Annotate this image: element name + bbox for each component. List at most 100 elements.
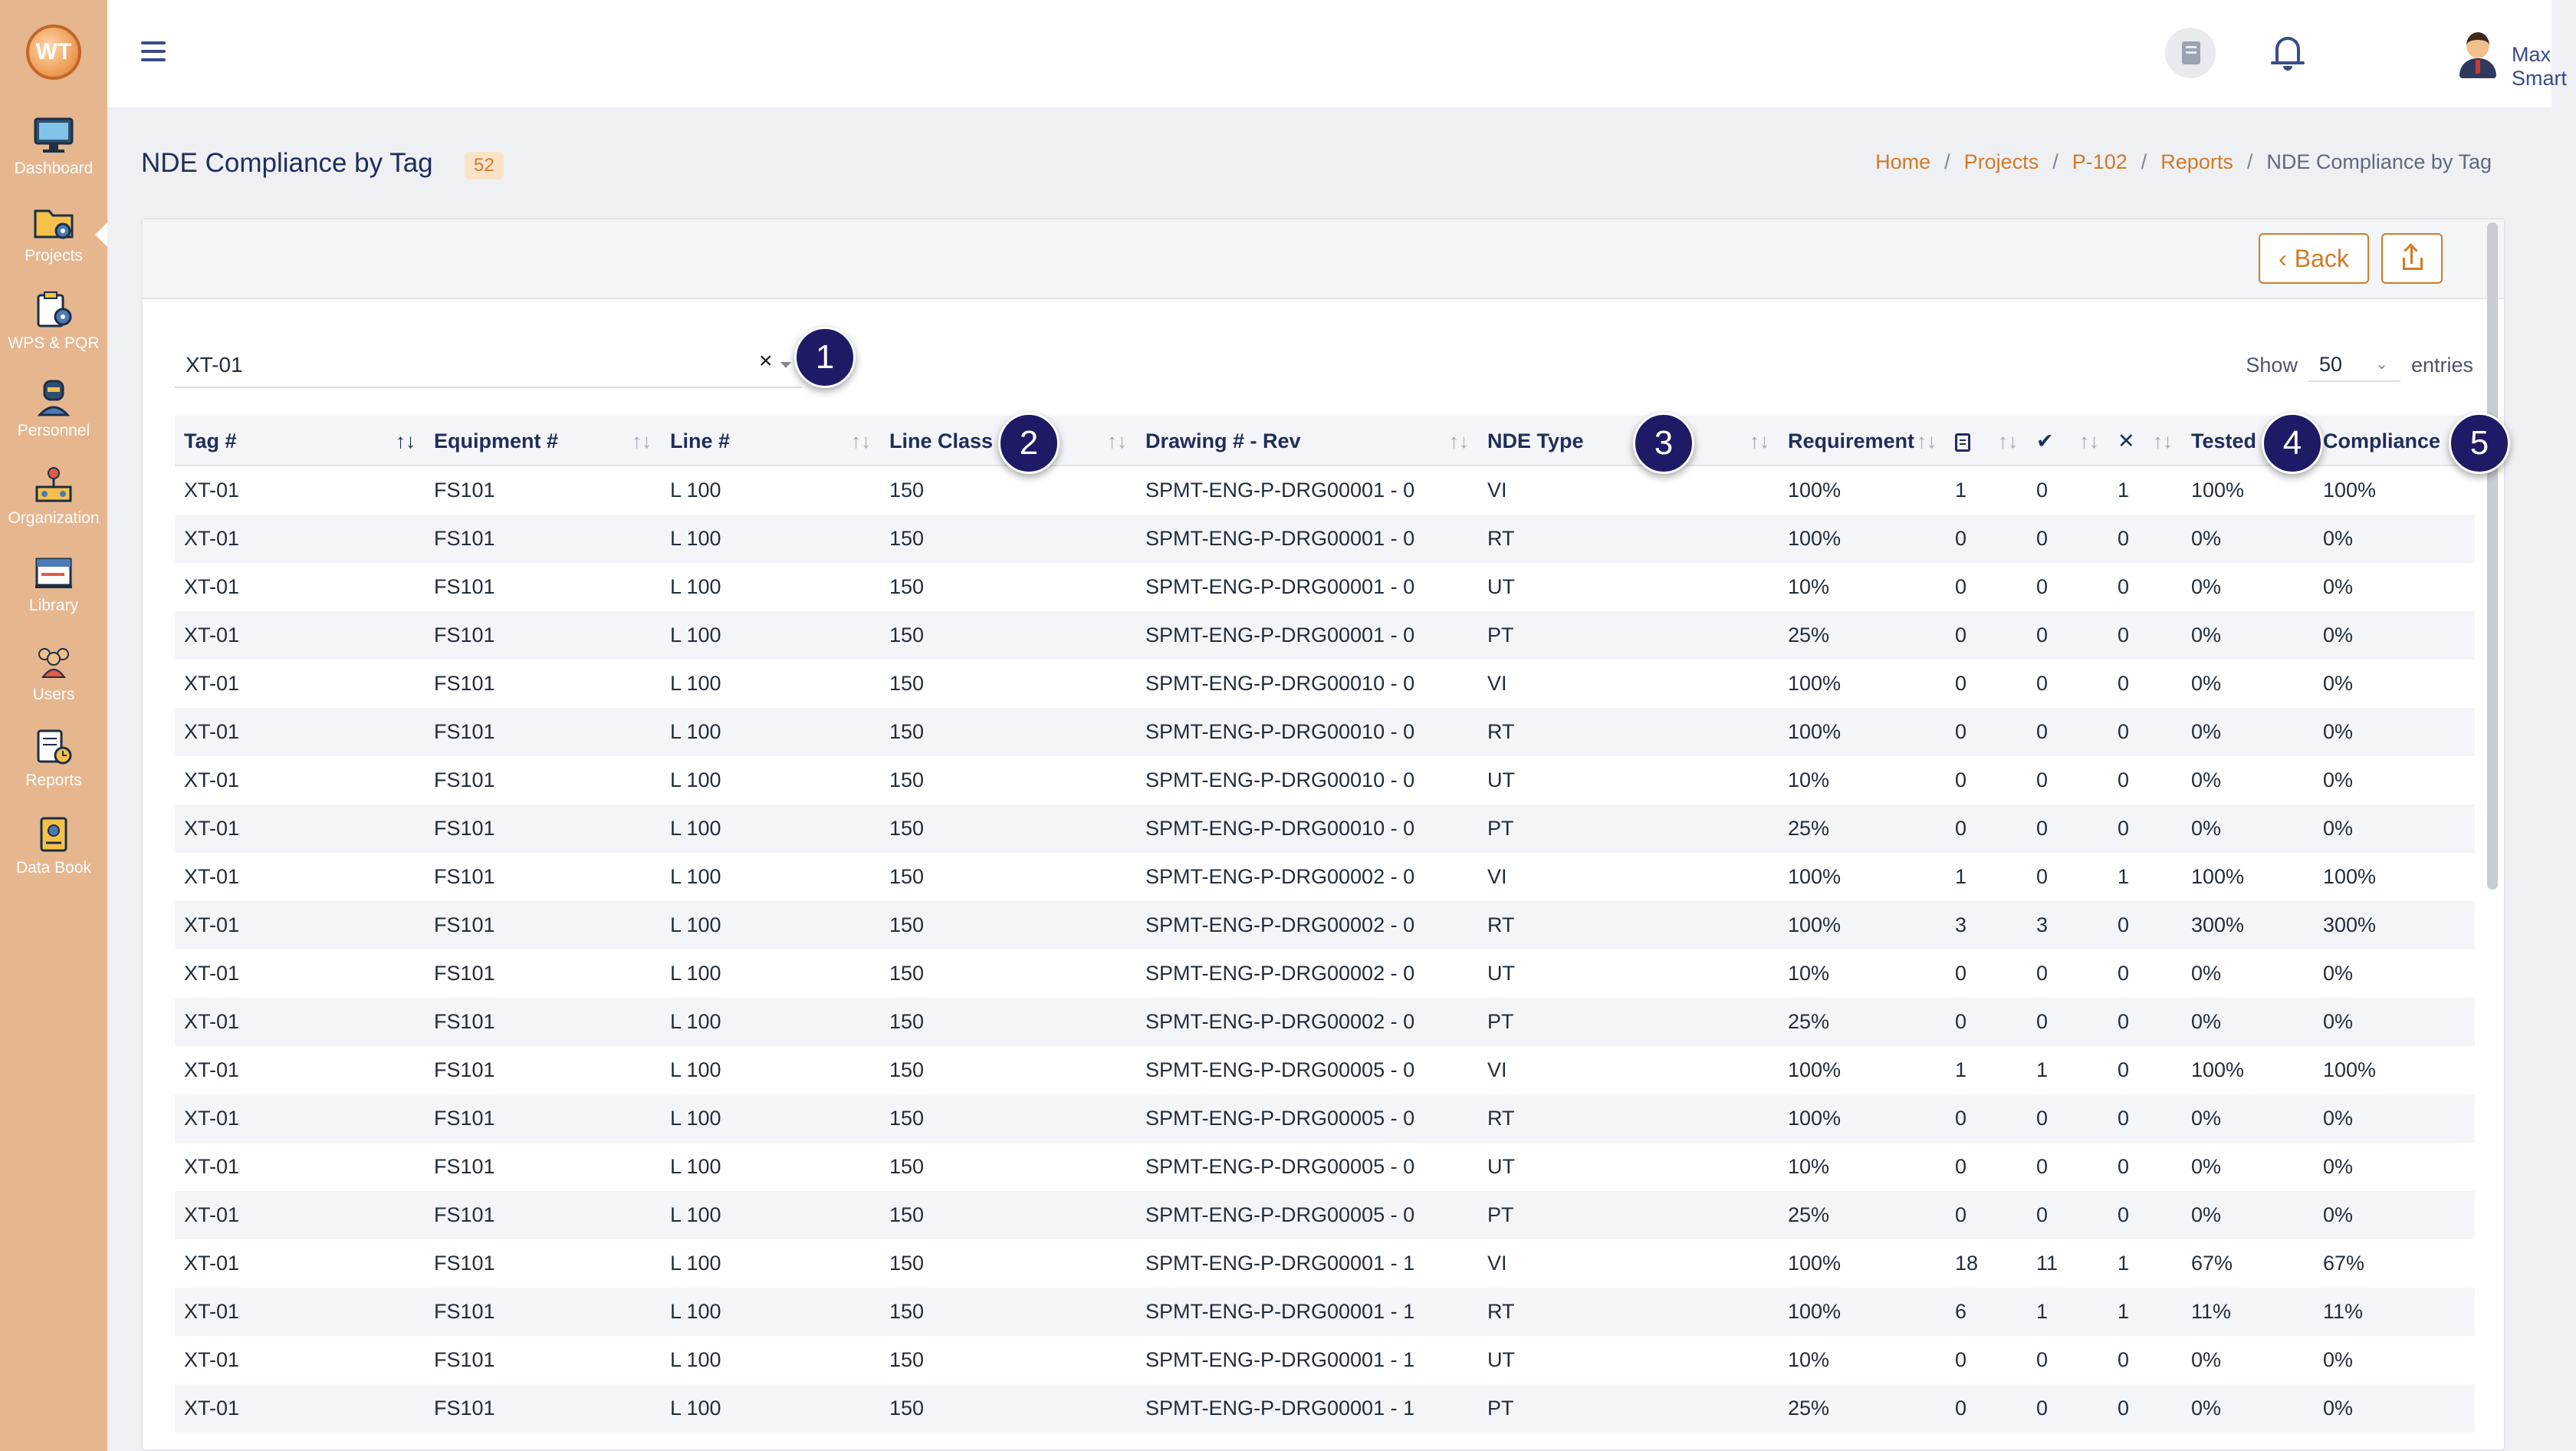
table-row[interactable]: XT-01 FS101 L 100 150 SPMT-ENG-P-DRG00001 - … <box>175 1336 2475 1384</box>
breadcrumb-separator: / <box>1944 150 1950 173</box>
column-header-accepted[interactable]: ✔ ↑↓ <box>2027 416 2108 465</box>
table-row[interactable]: XT-01 FS101 L 100 150 SPMT-ENG-P-DRG00001 - … <box>175 466 2475 515</box>
column-header-equipment[interactable]: Equipment # ↑↓ <box>425 416 661 465</box>
cell-total: 0 <box>1955 720 1967 743</box>
table-row[interactable]: XT-01 FS101 L 100 150 SPMT-ENG-P-DRG00001 - … <box>175 1288 2475 1336</box>
sidebar-item-wps-pqr[interactable]: WPS & PQR <box>0 290 107 374</box>
sidebar-item-data-book[interactable]: Data Book <box>0 814 107 899</box>
sidebar-item-personnel[interactable]: Personnel <box>0 377 107 462</box>
cell-tested: 0% <box>2191 1010 2222 1033</box>
breadcrumb-reports[interactable]: Reports <box>2160 150 2233 174</box>
cell-accepted: 0 <box>2036 865 2049 888</box>
column-header-rejected[interactable]: ✕ ↑↓ <box>2108 416 2182 465</box>
table-row[interactable]: XT-01 FS101 L 100 150 SPMT-ENG-P-DRG00002 - … <box>175 949 2475 998</box>
table-row[interactable]: XT-01 FS101 L 100 150 SPMT-ENG-P-DRG00001 - … <box>175 1384 2475 1433</box>
table-row[interactable]: XT-01 FS101 L 100 150 SPMT-ENG-P-DRG00005 - … <box>175 1094 2475 1143</box>
cell-compliance: 0% <box>2323 624 2354 647</box>
cell-drawing: SPMT-ENG-P-DRG00002 - 0 <box>1145 962 1415 985</box>
table-row[interactable]: XT-01 FS101 L 100 150 SPMT-ENG-P-DRG00005 - … <box>175 1191 2475 1239</box>
page-length-select[interactable]: 50 ⌄ <box>2308 348 2400 382</box>
notification-bell-icon[interactable] <box>2271 34 2305 72</box>
cell-line: L 100 <box>670 720 721 743</box>
sidebar-item-projects[interactable]: Projects <box>0 202 107 287</box>
cell-nde-type: UT <box>1487 575 1515 598</box>
sidebar-item-dashboard[interactable]: Dashboard <box>0 115 107 199</box>
table-row[interactable]: XT-01 FS101 L 100 150 SPMT-ENG-P-DRG00010 - … <box>175 660 2475 708</box>
cell-tag: XT-01 <box>184 1058 240 1081</box>
cell-line: L 100 <box>670 672 721 695</box>
table-row[interactable]: XT-01 FS101 L 100 150 SPMT-ENG-P-DRG00005 - … <box>175 1143 2475 1191</box>
table-row[interactable]: XT-01 FS101 L 100 150 SPMT-ENG-P-DRG00002 - … <box>175 998 2475 1046</box>
sidebar-item-label: Projects <box>25 247 83 265</box>
clear-icon[interactable]: × <box>759 348 773 374</box>
hamburger-menu-icon[interactable] <box>141 41 166 61</box>
column-header-nde-type[interactable]: NDE Type ↑↓ <box>1478 416 1779 465</box>
cell-rejected: 0 <box>2118 1397 2130 1420</box>
app-logo[interactable]: WT <box>26 25 81 80</box>
avatar[interactable] <box>2456 31 2499 78</box>
cell-requirement: 10% <box>1788 768 1830 791</box>
table-row[interactable]: XT-01 FS101 L 100 150 SPMT-ENG-P-DRG00002 - … <box>175 901 2475 949</box>
table-row[interactable]: XT-01 FS101 L 100 150 SPMT-ENG-P-DRG00010 - … <box>175 756 2475 804</box>
cell-rejected: 0 <box>2118 575 2130 598</box>
cell-nde-type: VI <box>1487 865 1507 888</box>
cell-compliance: 11% <box>2323 1300 2364 1323</box>
cell-drawing: SPMT-ENG-P-DRG00002 - 0 <box>1145 865 1415 888</box>
cell-line-class: 150 <box>889 962 925 985</box>
cell-line: L 100 <box>670 1010 721 1033</box>
breadcrumb-projects[interactable]: Projects <box>1964 150 2039 174</box>
table-row[interactable]: XT-01 FS101 L 100 150 SPMT-ENG-P-DRG00010 - … <box>175 708 2475 756</box>
breadcrumb-project[interactable]: P-102 <box>2072 150 2128 174</box>
breadcrumb-home[interactable]: Home <box>1875 150 1930 174</box>
cell-tested: 100% <box>2191 1058 2245 1081</box>
back-button[interactable]: ‹ Back <box>2259 233 2369 284</box>
cell-line: L 100 <box>670 575 721 598</box>
column-header-requirement[interactable]: Requirement ↑↓ <box>1779 416 1946 465</box>
sidebar-item-organization[interactable]: Organization <box>0 465 107 549</box>
cell-rejected: 0 <box>2118 817 2130 840</box>
export-button[interactable] <box>2381 233 2443 284</box>
caret-down-icon[interactable] <box>780 362 791 368</box>
cell-tag: XT-01 <box>184 720 240 743</box>
monitor-icon <box>31 115 76 155</box>
cell-accepted: 0 <box>2036 1155 2049 1178</box>
user-name[interactable]: Max Smart <box>2512 43 2567 90</box>
table-row[interactable]: XT-01 FS101 L 100 150 SPMT-ENG-P-DRG00010 - … <box>175 804 2475 853</box>
sidebar-item-library[interactable]: Library <box>0 552 107 637</box>
sidebar-item-label: Users <box>32 686 75 703</box>
scrollbar[interactable] <box>2487 222 2498 890</box>
cell-tag: XT-01 <box>184 817 240 840</box>
table-row[interactable]: XT-01 FS101 L 100 150 SPMT-ENG-P-DRG00002 - … <box>175 853 2475 901</box>
cell-line: L 100 <box>670 817 721 840</box>
cell-line: L 100 <box>670 1107 721 1130</box>
column-header-tag[interactable]: Tag # ↑↓ <box>175 416 425 465</box>
table-row[interactable]: XT-01 FS101 L 100 150 SPMT-ENG-P-DRG00001 - … <box>175 563 2475 611</box>
table-row[interactable]: XT-01 FS101 L 100 150 SPMT-ENG-P-DRG00001 - … <box>175 611 2475 660</box>
sidebar-item-label: Data Book <box>15 859 92 877</box>
cell-drawing: SPMT-ENG-P-DRG00010 - 0 <box>1145 720 1415 743</box>
cell-equipment: FS101 <box>434 913 495 936</box>
book-button[interactable] <box>2165 28 2216 78</box>
book-icon <box>2182 41 2200 64</box>
table-row[interactable]: XT-01 FS101 L 100 150 SPMT-ENG-P-DRG00001 - … <box>175 1239 2475 1288</box>
cell-tested: 0% <box>2191 1107 2222 1130</box>
column-header-drawing[interactable]: Drawing # - Rev ↑↓ <box>1136 416 1478 465</box>
cell-rejected: 0 <box>2118 1010 2130 1033</box>
table-row[interactable]: XT-01 FS101 L 100 150 SPMT-ENG-P-DRG00001 - … <box>175 515 2475 563</box>
table-row[interactable]: XT-01 FS101 L 100 150 SPMT-ENG-P-DRG00005 - … <box>175 1046 2475 1094</box>
cell-equipment: FS101 <box>434 817 495 840</box>
column-header-total[interactable]: ↑↓ <box>1946 416 2027 465</box>
column-header-label: Equipment # <box>434 429 559 452</box>
cell-rejected: 0 <box>2118 1155 2130 1178</box>
cell-nde-type: VI <box>1487 1252 1507 1275</box>
cell-compliance: 0% <box>2323 1397 2354 1420</box>
sidebar-item-reports[interactable]: Reports <box>0 727 107 811</box>
column-header-line[interactable]: Line # ↑↓ <box>661 416 880 465</box>
cell-compliance: 100% <box>2323 865 2377 888</box>
page-length-value: 50 <box>2318 353 2342 376</box>
cell-tag: XT-01 <box>184 624 240 647</box>
cell-rejected: 0 <box>2118 672 2130 695</box>
sidebar-item-users[interactable]: Users <box>0 641 107 726</box>
tag-select[interactable]: XT-01 × <box>175 342 802 388</box>
cell-nde-type: RT <box>1487 1300 1515 1323</box>
